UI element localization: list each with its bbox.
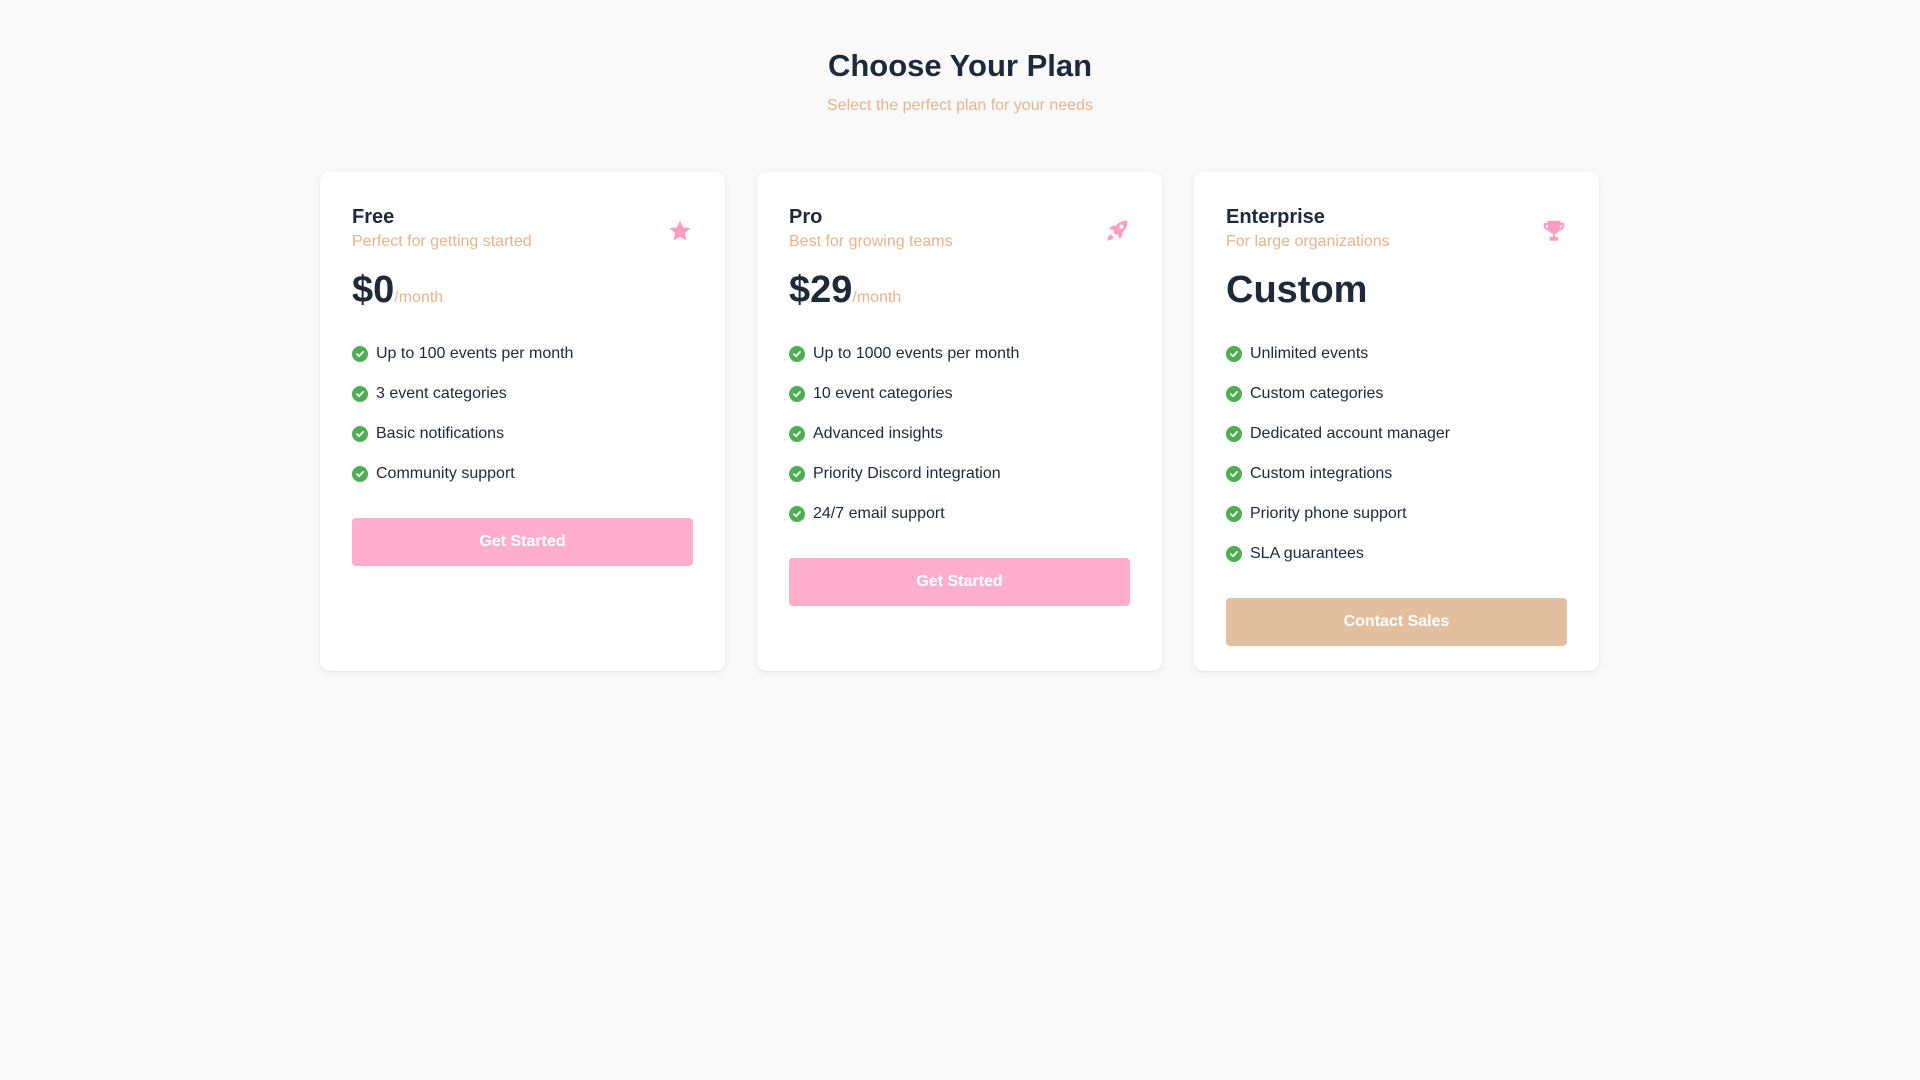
check-circle-icon bbox=[352, 466, 368, 482]
feature-item: SLA guarantees bbox=[1226, 534, 1567, 574]
plan-price: $29 bbox=[789, 269, 853, 311]
contact-sales-button[interactable]: Contact Sales bbox=[1226, 598, 1567, 646]
plan-name: Free bbox=[352, 206, 395, 228]
feature-label: Up to 100 events per month bbox=[376, 345, 574, 362]
feature-label: 3 event categories bbox=[376, 385, 507, 402]
rocket-icon bbox=[1104, 218, 1130, 244]
plan-price: Custom bbox=[1226, 269, 1368, 311]
get-started-button-pro[interactable]: Get Started bbox=[789, 558, 1130, 606]
plan-card-pro: Pro Best for growing teams $29 /month Up bbox=[757, 172, 1162, 671]
plan-card-header: Pro Best for growing teams bbox=[789, 205, 1130, 252]
feature-item: Custom integrations bbox=[1226, 454, 1567, 494]
feature-item: Priority phone support bbox=[1226, 494, 1567, 534]
feature-label: Dedicated account manager bbox=[1250, 425, 1451, 442]
check-circle-icon bbox=[789, 506, 805, 522]
feature-label: Unlimited events bbox=[1250, 345, 1369, 362]
page-title: Choose Your Plan bbox=[827, 48, 1093, 83]
feature-item: 24/7 email support bbox=[789, 494, 1130, 534]
plan-cards: Free Perfect for getting started $0 /mon… bbox=[320, 172, 1600, 671]
feature-label: Custom integrations bbox=[1250, 465, 1393, 482]
pricing-page: Choose Your Plan Select the perfect plan… bbox=[0, 0, 1920, 1080]
check-circle-icon bbox=[352, 346, 368, 362]
check-circle-icon bbox=[1226, 346, 1242, 362]
check-circle-icon bbox=[352, 426, 368, 442]
check-circle-icon bbox=[789, 426, 805, 442]
feature-label: Priority Discord integration bbox=[813, 465, 1001, 482]
feature-item: Advanced insights bbox=[789, 414, 1130, 454]
check-circle-icon bbox=[1226, 466, 1242, 482]
price-row: $29 /month bbox=[789, 268, 1130, 312]
check-circle-icon bbox=[352, 386, 368, 402]
feature-label: SLA guarantees bbox=[1250, 545, 1364, 562]
feature-label: Custom categories bbox=[1250, 385, 1384, 402]
feature-item: Unlimited events bbox=[1226, 334, 1567, 374]
plan-description: Perfect for getting started bbox=[352, 233, 532, 250]
feature-label: Up to 1000 events per month bbox=[813, 345, 1020, 362]
feature-label: Community support bbox=[376, 465, 515, 482]
get-started-button-free[interactable]: Get Started bbox=[352, 518, 693, 566]
check-circle-icon bbox=[1226, 506, 1242, 522]
feature-label: 24/7 email support bbox=[813, 505, 945, 522]
plan-card-enterprise: Enterprise For large organizations Custo… bbox=[1194, 172, 1599, 671]
star-icon bbox=[667, 218, 693, 244]
feature-item: Community support bbox=[352, 454, 693, 494]
check-circle-icon bbox=[789, 466, 805, 482]
feature-item: 10 event categories bbox=[789, 374, 1130, 414]
plan-description: Best for growing teams bbox=[789, 233, 953, 250]
plan-card-header: Enterprise For large organizations bbox=[1226, 205, 1567, 252]
feature-item: 3 event categories bbox=[352, 374, 693, 414]
feature-label: Basic notifications bbox=[376, 425, 505, 442]
feature-label: Priority phone support bbox=[1250, 505, 1407, 522]
feature-item: Basic notifications bbox=[352, 414, 693, 454]
price-row: Custom bbox=[1226, 268, 1567, 312]
feature-item: Up to 1000 events per month bbox=[789, 334, 1130, 374]
check-circle-icon bbox=[789, 386, 805, 402]
plan-card-free: Free Perfect for getting started $0 /mon… bbox=[320, 172, 725, 671]
plan-period: /month bbox=[852, 289, 902, 306]
feature-label: 10 event categories bbox=[813, 385, 953, 402]
feature-item: Custom categories bbox=[1226, 374, 1567, 414]
feature-list: Up to 1000 events per month 10 event cat… bbox=[789, 334, 1130, 534]
trophy-icon bbox=[1541, 218, 1567, 244]
plan-card-header: Free Perfect for getting started bbox=[352, 205, 693, 252]
plan-period: /month bbox=[394, 289, 444, 306]
page-subtitle: Select the perfect plan for your needs bbox=[827, 97, 1093, 114]
check-circle-icon bbox=[789, 346, 805, 362]
feature-label: Advanced insights bbox=[813, 425, 943, 442]
feature-item: Up to 100 events per month bbox=[352, 334, 693, 374]
pricing-header: Choose Your Plan Select the perfect plan… bbox=[0, 0, 1920, 116]
check-circle-icon bbox=[1226, 426, 1242, 442]
check-circle-icon bbox=[1226, 546, 1242, 562]
plan-name: Enterprise bbox=[1226, 206, 1325, 228]
feature-item: Dedicated account manager bbox=[1226, 414, 1567, 454]
feature-list: Up to 100 events per month 3 event categ… bbox=[352, 334, 693, 494]
price-row: $0 /month bbox=[352, 268, 693, 312]
plan-price: $0 bbox=[352, 269, 395, 311]
check-circle-icon bbox=[1226, 386, 1242, 402]
feature-item: Priority Discord integration bbox=[789, 454, 1130, 494]
feature-list: Unlimited events Custom categories Dedic… bbox=[1226, 334, 1567, 574]
plan-name: Pro bbox=[789, 206, 823, 228]
plan-description: For large organizations bbox=[1226, 233, 1390, 250]
